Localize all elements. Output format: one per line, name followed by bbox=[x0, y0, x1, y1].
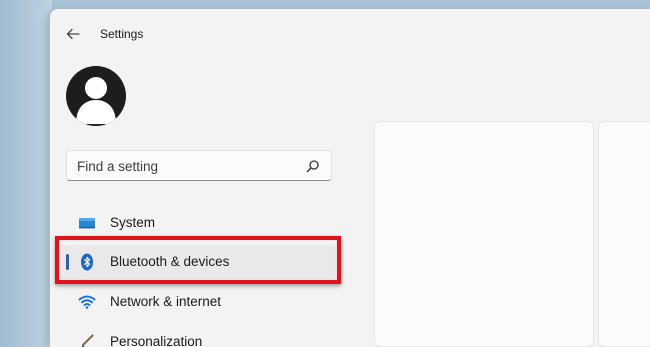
sidebar-item-bluetooth-devices[interactable]: Bluetooth & devices bbox=[54, 245, 336, 279]
sidebar-item-personalization[interactable]: Personalization bbox=[54, 325, 336, 347]
back-arrow-icon bbox=[66, 28, 80, 40]
sidebar-item-label: Bluetooth & devices bbox=[110, 254, 230, 269]
content-card bbox=[374, 121, 594, 347]
title-bar: Settings bbox=[50, 9, 650, 55]
content-card bbox=[598, 121, 650, 347]
personalization-icon bbox=[81, 334, 94, 347]
sidebar-item-label: Personalization bbox=[110, 334, 203, 347]
network-icon bbox=[78, 295, 96, 309]
settings-window: Settings System Bluetooth & devices bbox=[50, 9, 650, 347]
selected-indicator bbox=[66, 254, 69, 270]
window-title: Settings bbox=[100, 27, 144, 41]
sidebar-item-label: Network & internet bbox=[110, 294, 222, 309]
bluetooth-icon bbox=[81, 253, 93, 271]
search-icon[interactable] bbox=[306, 159, 320, 173]
user-silhouette-icon bbox=[76, 77, 116, 124]
search-input[interactable] bbox=[77, 157, 297, 175]
desktop-background bbox=[0, 0, 52, 347]
user-avatar[interactable] bbox=[66, 66, 126, 126]
sidebar-item-system[interactable]: System bbox=[54, 206, 336, 240]
search-box[interactable] bbox=[66, 150, 332, 181]
back-button[interactable] bbox=[62, 23, 84, 45]
sidebar-item-network-internet[interactable]: Network & internet bbox=[54, 285, 336, 319]
sidebar-item-label: System bbox=[110, 215, 156, 230]
system-icon bbox=[79, 218, 95, 229]
